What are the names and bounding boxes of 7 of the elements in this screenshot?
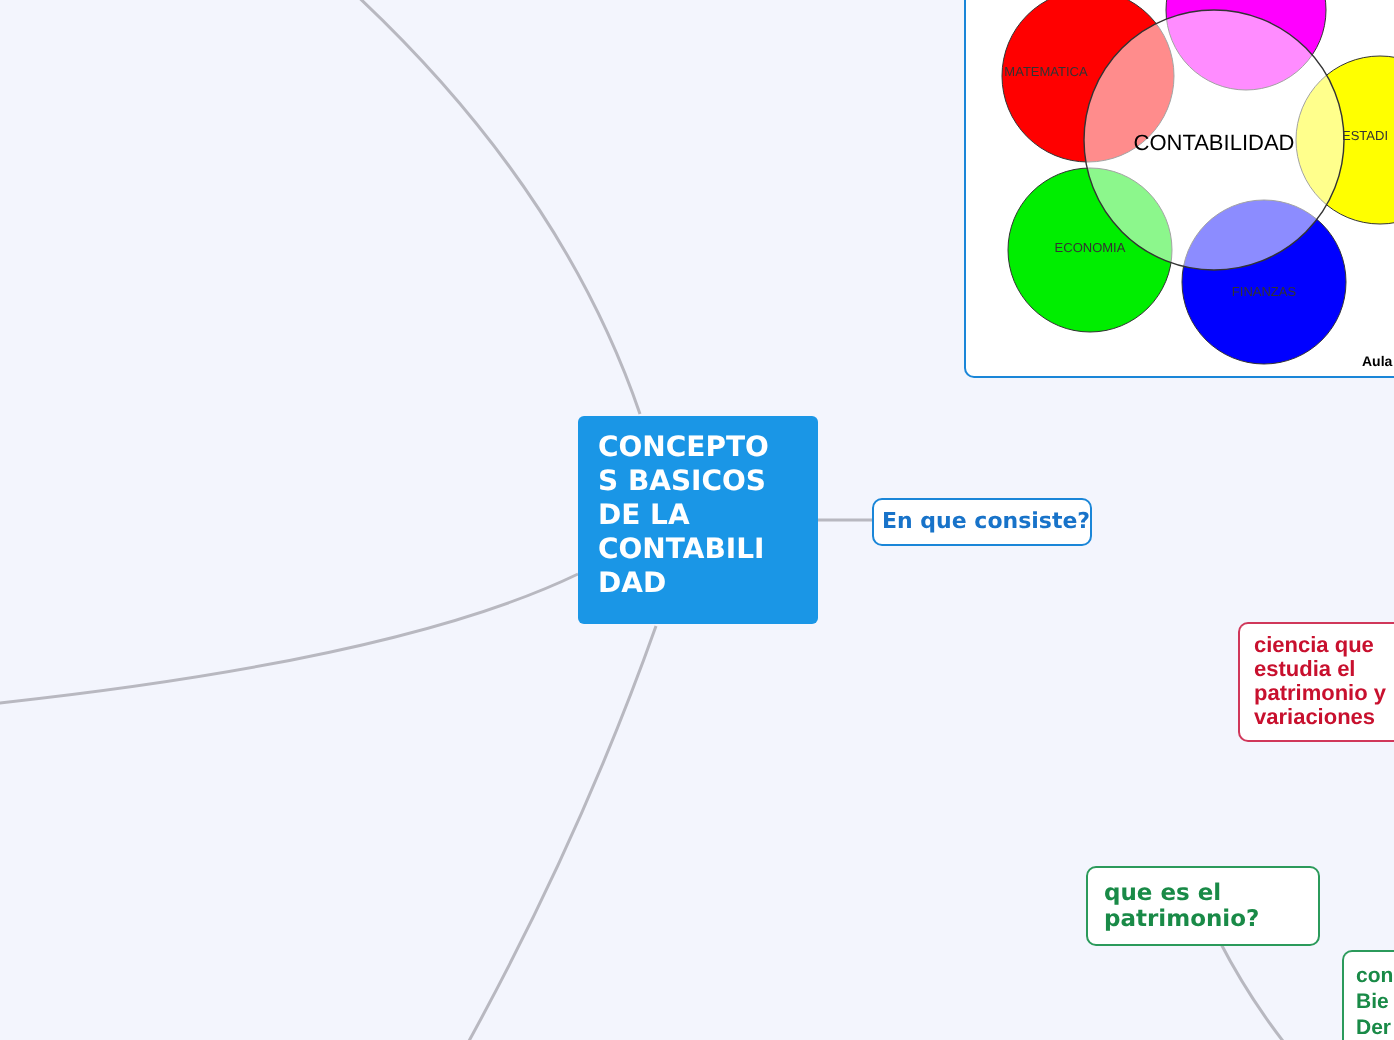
central-topic[interactable]: CONCEPTO S BASICOS DE LA CONTABILI DAD [578, 416, 818, 624]
topic-node[interactable]: ciencia que estudia el patrimonio y variaciones [1238, 622, 1394, 742]
topic-node[interactable]: que es el patrimonio? [1086, 866, 1320, 946]
connector-line [818, 518, 872, 522]
topic-node[interactable]: En que consiste? [872, 498, 1092, 546]
topic-node[interactable]: con Bie Der [1342, 950, 1394, 1040]
diagram-title: CONTABILIDAD [1133, 132, 1295, 156]
